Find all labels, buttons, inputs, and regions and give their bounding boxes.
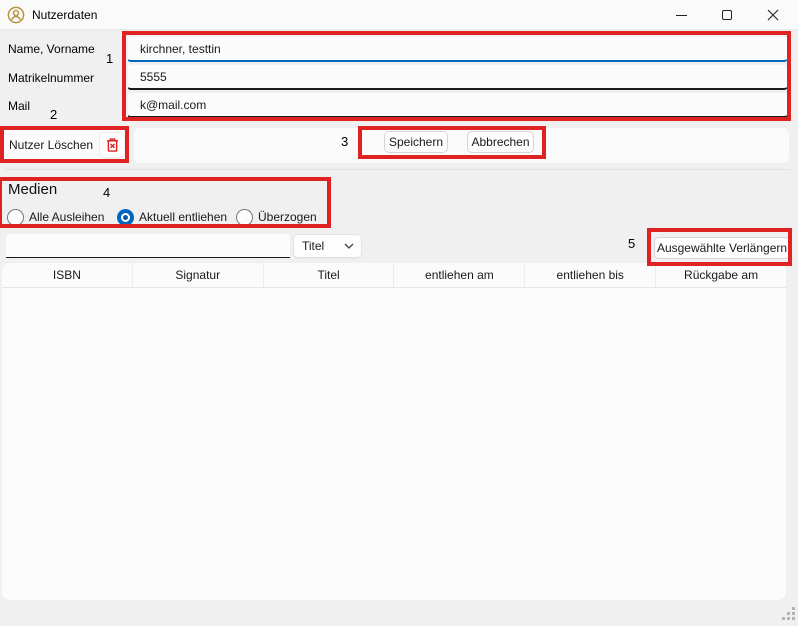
window-title: Nutzerdaten (32, 0, 97, 30)
minimize-button[interactable] (658, 0, 704, 30)
column-header-signatur[interactable]: Signatur (133, 263, 264, 287)
annotation-number-5: 5 (628, 236, 635, 251)
radio-circle-icon (236, 209, 253, 226)
title-bar[interactable]: Nutzerdaten (0, 0, 798, 30)
mail-input[interactable] (127, 92, 788, 118)
user-circle-icon (7, 6, 25, 24)
table-body-empty (2, 288, 786, 599)
close-icon (767, 9, 779, 21)
filter-dropdown[interactable]: Titel (293, 234, 362, 258)
minimize-icon (676, 15, 687, 16)
radio-label: Aktuell entliehen (139, 210, 227, 224)
annotation-number-4: 4 (103, 185, 110, 200)
radio-alle-ausleihen[interactable]: Alle Ausleihen (7, 208, 104, 226)
media-table: ISBN Signatur Titel entliehen am entlieh… (2, 263, 786, 600)
medien-heading: Medien (8, 181, 57, 198)
column-header-isbn[interactable]: ISBN (2, 263, 133, 287)
filter-dropdown-value: Titel (302, 239, 324, 253)
chevron-down-icon (344, 243, 354, 250)
annotation-number-1: 1 (106, 51, 113, 66)
search-input[interactable] (6, 234, 290, 258)
cancel-button[interactable]: Abbrechen (467, 131, 534, 153)
radio-label: Überzogen (258, 210, 317, 224)
maximize-button[interactable] (704, 0, 750, 30)
extend-selected-button[interactable]: Ausgewählte Verlängern (654, 237, 790, 259)
annotation-number-3: 3 (341, 134, 348, 149)
matrikelnummer-label: Matrikelnummer (8, 70, 94, 86)
column-header-entliehen-am[interactable]: entliehen am (394, 263, 525, 287)
maximize-icon (722, 10, 732, 20)
name-vorname-input[interactable] (127, 36, 788, 62)
radio-label: Alle Ausleihen (29, 210, 104, 224)
column-header-rueckgabe-am[interactable]: Rückgabe am (656, 263, 786, 287)
delete-user-button[interactable] (99, 132, 125, 158)
table-header-row: ISBN Signatur Titel entliehen am entlieh… (2, 263, 786, 288)
annotation-number-2: 2 (50, 107, 57, 122)
trash-x-icon (105, 137, 120, 153)
name-vorname-label: Name, Vorname (8, 41, 95, 57)
nutzerdaten-window: Nutzerdaten Name, Vorname Matrikelnummer… (0, 0, 798, 626)
section-divider (5, 169, 790, 170)
delete-user-panel: Nutzer Löschen (2, 129, 128, 161)
radio-ueberzogen[interactable]: Überzogen (236, 208, 317, 226)
save-cancel-panel (134, 128, 789, 163)
column-header-entliehen-bis[interactable]: entliehen bis (525, 263, 656, 287)
column-header-titel[interactable]: Titel (264, 263, 395, 287)
resize-grip[interactable] (782, 617, 785, 620)
delete-user-label: Nutzer Löschen (9, 129, 93, 161)
radio-circle-icon (7, 209, 24, 226)
close-button[interactable] (750, 0, 796, 30)
radio-aktuell-entliehen[interactable]: Aktuell entliehen (117, 208, 227, 226)
matrikelnummer-input[interactable] (127, 64, 788, 90)
mail-label: Mail (8, 98, 30, 114)
save-button[interactable]: Speichern (384, 131, 448, 153)
radio-circle-icon (117, 209, 134, 226)
